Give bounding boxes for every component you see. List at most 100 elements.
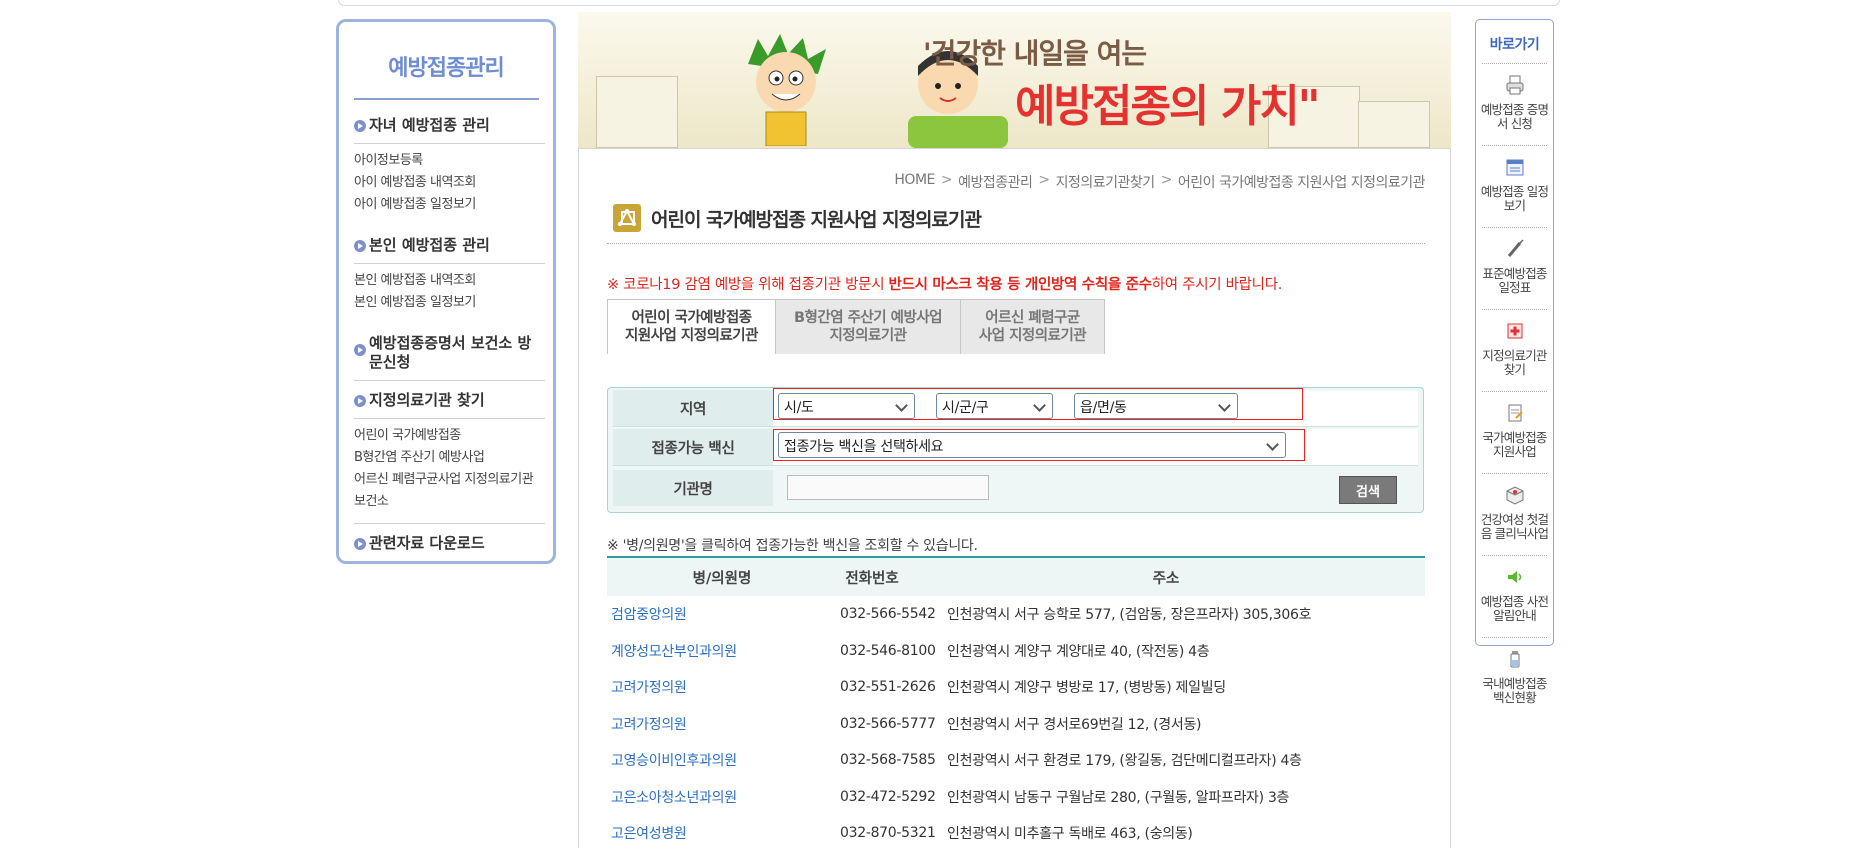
quick-link-label: 예방접종 일정보기 [1480,184,1549,213]
nav-section-header[interactable]: 예방접종증명서 보건소 방문신청 [354,324,545,380]
banner-slogan-line1: '건강한 내일을 여는 [923,37,1147,70]
nav-sub-list: 어린이 국가예방접종 B형간염 주산기 예방사업 어르신 폐렴구균사업 지정의료… [354,419,545,523]
region-row: 지역 시/도 시/군/구 읍/면/동 [613,388,1418,427]
breadcrumb-home[interactable]: HOME [894,172,935,192]
nav-section-header[interactable]: 본인 예방접종 관리 [354,226,545,263]
quick-link-national-program[interactable]: 국가예방접종 지원사업 [1480,392,1549,464]
region-field: 시/도 시/군/구 읍/면/동 [773,388,1418,426]
clinic-name-link[interactable]: 고영승이비인후과의원 [607,750,840,770]
notice-text-end: 하여 주시기 바랍니다. [1151,277,1283,293]
table-row: 고려가정의원 032-566-5777 인천광역시 서구 경서로69번길 12,… [607,706,1425,743]
breadcrumb-item[interactable]: 예방접종관리 [958,172,1033,192]
nav-section-header[interactable]: 자녀 예방접종 관리 [354,106,545,143]
quick-link-notification[interactable]: 예방접종 사전알림안내 [1480,556,1549,628]
house-illustration [596,76,678,148]
clinic-address: 인천광역시 서구 환경로 179, (왕길동, 검단메디컬프라자) 4층 [947,753,1302,770]
table-row: 고은소아청소년과의원 032-472-5292 인천광역시 남동구 구월남로 2… [607,779,1425,816]
clinic-phone: 032-551-2626 [840,679,936,696]
nav-link-health-center[interactable]: 보건소 [354,491,545,513]
arrow-bullet-icon [354,240,366,252]
quick-link-schedule[interactable]: 예방접종 일정보기 [1480,146,1549,218]
clinic-phone: 032-566-5777 [840,715,936,732]
nav-section-self-vaccination: 본인 예방접종 관리 본인 예방접종 내역조회 본인 예방접종 일정보기 [354,226,545,324]
quick-link-label: 표준예방접종 일정표 [1482,266,1547,295]
quick-links-panel: 바로가기 예방접종 증명서 신청 예방접종 일정보기 표준예방접종 일정표 지정… [1475,19,1554,705]
quick-link-label: 국가예방접종 지원사업 [1482,430,1547,459]
chevron-down-icon [1033,399,1046,412]
nav-section-header[interactable]: 지정의료기관 찾기 [354,381,545,418]
printer-icon [1506,75,1523,95]
chevron-down-icon [895,399,908,412]
clinic-name-link[interactable]: 고려가정의원 [607,677,840,697]
quick-link-womens-clinic[interactable]: 건강여성 첫걸음 클리닉사업 [1480,474,1549,546]
nav-section-label: 관련자료 다운로드 [369,534,485,552]
search-button[interactable]: 검색 [1339,476,1397,504]
notice-emphasis: 반드시 마스크 착용 등 개인방역 수칙을 준수 [888,277,1153,293]
clinic-name-link[interactable]: 검암중앙의원 [607,604,840,624]
page-title: 어린이 국가예방접종 지원사업 지정의료기관 [651,208,982,231]
nav-link-child-history[interactable]: 아이 예방접종 내역조회 [354,172,545,194]
sigungu-select[interactable]: 시/군/구 [936,393,1053,419]
breadcrumb-item[interactable]: 지정의료기관찾기 [1056,172,1156,192]
nav-link-child-schedule[interactable]: 아이 예방접종 일정보기 [354,194,545,216]
institution-field [773,470,1418,506]
quick-link-find-institution[interactable]: 지정의료기관 찾기 [1480,310,1549,382]
tab-pneumococcal[interactable]: 어르신 폐렴구균 사업 지정의료기관 [960,299,1105,354]
tab-hepatitis-b[interactable]: B형간염 주산기 예방사업지정의료기관 [775,299,961,354]
tab-label-line: 지정의료기관 [829,328,907,344]
sido-select[interactable]: 시/도 [778,393,915,419]
select-value: 읍/면/동 [1080,400,1127,416]
nav-link-self-history[interactable]: 본인 예방접종 내역조회 [354,270,545,292]
table-hint: ※ '병/의원명'을 클릭하여 접종가능한 백신을 조회할 수 있습니다. [607,538,978,554]
table-row: 고려가정의원 032-551-2626 인천광역시 계양구 병방로 17, (병… [607,669,1425,706]
nav-section-header[interactable]: 관련자료 다운로드 [354,524,545,561]
breadcrumb-separator-icon: > [1038,172,1050,188]
nav-section-label: 예방접종증명서 보건소 방문신청 [369,334,532,371]
vaccine-vial-icon [1510,651,1519,668]
quick-link-label: 건강여성 첫걸음 클리닉사업 [1480,512,1549,541]
eupmyeondong-select[interactable]: 읍/면/동 [1074,393,1238,419]
institution-label: 기관명 [613,470,773,506]
nav-link-pneumococcal[interactable]: 어르신 폐렴구균사업 지정의료기관 [354,469,545,491]
clinic-name-link[interactable]: 고은여성병원 [607,823,840,843]
quick-link-standard-schedule[interactable]: 표준예방접종 일정표 [1480,228,1549,300]
tab-child-national[interactable]: 어린이 국가예방접종 지원사업 지정의료기관 [607,299,776,354]
vaccine-select[interactable]: 접종가능 백신을 선택하세요 [778,432,1286,458]
house-illustration [1358,101,1430,148]
chevron-down-icon [1218,399,1231,412]
column-header-phone: 전화번호 [845,570,899,587]
nav-link-child-register[interactable]: 아이정보등록 [354,150,545,172]
column-header-address: 주소 [1152,570,1180,587]
quick-link-vaccine-status[interactable]: 국내예방접종 백신현황 [1480,638,1549,710]
tab-label-line: B형간염 주산기 예방사업 [793,310,943,326]
covid-notice: ※ 코로나19 감염 예방을 위해 접종기관 방문시 반드시 마스크 착용 등 … [607,273,1282,294]
quick-link-label: 예방접종 증명서 신청 [1480,102,1549,131]
title-divider [607,243,1425,244]
nav-section-designated-institutions: 지정의료기관 찾기 어린이 국가예방접종 B형간염 주산기 예방사업 어르신 폐… [354,381,545,523]
select-value: 시/도 [784,400,814,416]
table-row: 계양성모산부인과의원 032-546-8100 인천광역시 계양구 계양대로 4… [607,633,1425,670]
nav-section-label: 지정의료기관 찾기 [369,391,485,409]
results-table: 병/의원명 전화번호 주소 검암중앙의원 032-566-5542 인천광역시 … [607,556,1425,852]
quick-link-certificate[interactable]: 예방접종 증명서 신청 [1480,64,1549,136]
quick-link-label: 지정의료기관 찾기 [1482,348,1547,377]
nav-section-certificate: 예방접종증명서 보건소 방문신청 [354,324,545,381]
clinic-address: 인천광역시 계양구 병방로 17, (병방동) 제일빌딩 [947,680,1226,697]
top-banner: '건강한 내일을 여는 예방접종의 가치" [578,12,1451,148]
document-icon [1508,404,1523,422]
clinic-name-link[interactable]: 고려가정의원 [607,714,840,734]
boy-character-illustration [748,34,826,146]
tab-label-line: 지원사업 지정의료기관 [625,328,758,344]
nav-link-self-schedule[interactable]: 본인 예방접종 일정보기 [354,292,545,314]
nav-link-child-national[interactable]: 어린이 국가예방접종 [354,425,545,447]
nav-link-hepatitis-b[interactable]: B형간염 주산기 예방사업 [354,447,545,469]
clinic-address: 인천광역시 미추홀구 독배로 463, (숭의동) [947,826,1193,843]
clinic-name-link[interactable]: 계양성모산부인과의원 [607,641,840,661]
vaccine-row: 접종가능 백신 접종가능 백신을 선택하세요 [613,429,1418,466]
breadcrumb: HOME > 예방접종관리 > 지정의료기관찾기 > 어린이 국가예방접종 지원… [894,172,1425,192]
clinic-name-link[interactable]: 고은소아청소년과의원 [607,787,840,807]
clinic-phone: 032-472-5292 [840,788,936,805]
institution-name-input[interactable] [787,475,989,500]
tab-label-line: 어르신 폐렴구균 [985,310,1080,326]
select-value: 접종가능 백신을 선택하세요 [784,439,944,455]
